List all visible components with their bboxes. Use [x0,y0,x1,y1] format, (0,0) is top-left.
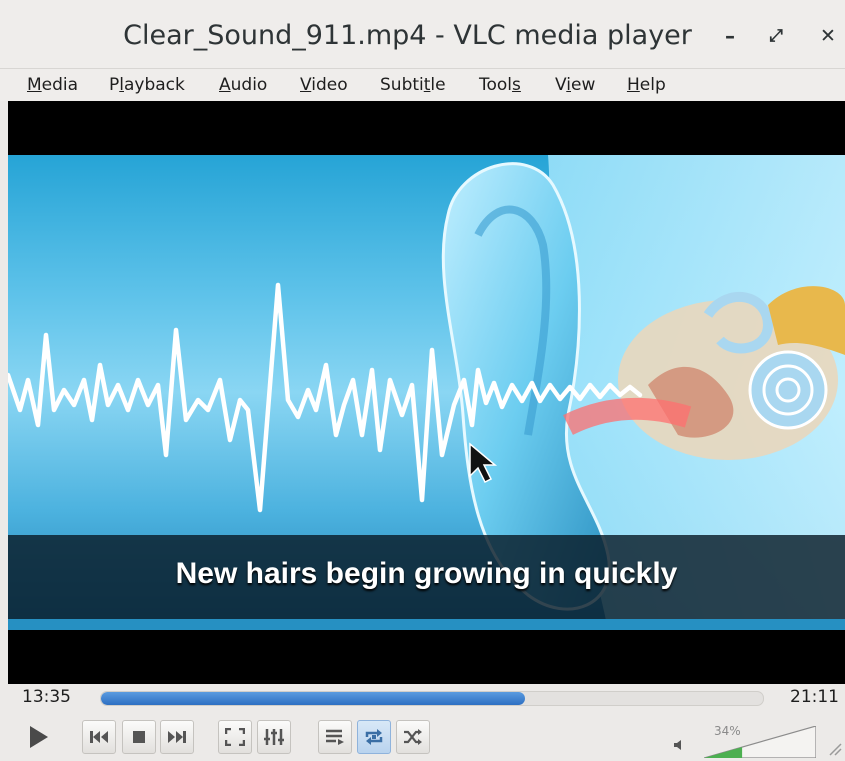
seek-row: 13:35 21:11 [0,684,845,712]
video-frame: New hairs begin growing in quickly [8,155,845,630]
menu-help[interactable]: Help [627,69,666,101]
next-button[interactable] [160,720,194,754]
stop-icon [133,731,145,743]
skip-back-icon [90,731,108,743]
play-icon [30,726,48,748]
menu-media[interactable]: Media [27,69,78,101]
playlist-button[interactable] [318,720,352,754]
video-bottom-strip [8,619,845,630]
video-area[interactable]: New hairs begin growing in quickly [8,101,845,684]
minimize-icon: – [725,24,735,48]
menu-subtitle[interactable]: Subtitle [380,69,446,101]
close-icon: ✕ [820,25,836,47]
stop-button[interactable] [122,720,156,754]
title-bar: Clear_Sound_911.mp4 - VLC media player –… [0,0,845,69]
playlist-icon [326,729,344,745]
fullscreen-icon [225,728,245,746]
menu-playback[interactable]: Playback [109,69,185,101]
speaker-icon[interactable] [673,739,685,751]
loop-icon [365,729,383,745]
menu-audio[interactable]: Audio [219,69,267,101]
total-time: 21:11 [790,687,839,707]
video-subtitle: New hairs begin growing in quickly [175,557,678,590]
menu-view[interactable]: View [555,69,595,101]
volume-slider[interactable] [704,726,816,758]
equalizer-icon [264,729,284,745]
loop-button[interactable] [357,720,391,754]
maximize-button[interactable]: ⤢ [762,22,790,50]
fullscreen-button[interactable] [218,720,252,754]
maximize-icon: ⤢ [769,26,783,46]
extended-settings-button[interactable] [257,720,291,754]
shuffle-icon [404,729,422,745]
play-button[interactable] [20,720,56,754]
resize-grip-icon[interactable] [828,742,842,756]
previous-button[interactable] [82,720,116,754]
seek-slider[interactable] [100,691,764,706]
minimize-button[interactable]: – [716,22,744,50]
elapsed-time: 13:35 [22,687,71,707]
menu-bar: Media Playback Audio Video Subtitle Tool… [0,69,845,101]
window-title: Clear_Sound_911.mp4 - VLC media player [123,20,692,51]
menu-video[interactable]: Video [300,69,348,101]
control-bar: 34% [0,712,845,761]
seek-progress [101,692,525,705]
menu-tools[interactable]: Tools [479,69,521,101]
skip-forward-icon [168,731,186,743]
close-button[interactable]: ✕ [814,22,842,50]
volume-level [704,726,743,758]
shuffle-button[interactable] [396,720,430,754]
